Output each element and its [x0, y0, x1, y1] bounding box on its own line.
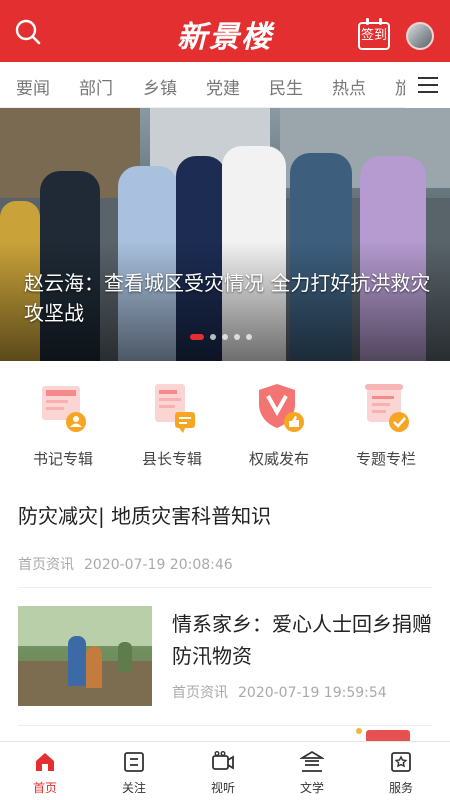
- literature-icon: [298, 750, 326, 774]
- banner-carousel[interactable]: 赵云海：查看城区受灾情况 全力打好抗洪救灾攻坚战: [0, 108, 450, 361]
- quick-entry-release[interactable]: 权威发布: [224, 380, 334, 469]
- quick-entry-county-head[interactable]: 县长专辑: [117, 380, 227, 469]
- divider: [18, 587, 432, 588]
- nav-literature[interactable]: 文学: [282, 750, 342, 796]
- quick-entry-label: 县长专辑: [141, 450, 202, 468]
- home-icon: [33, 750, 57, 774]
- nav-label: 服务: [388, 781, 413, 795]
- carousel-dot[interactable]: [210, 334, 216, 340]
- news-time: 2020-07-19 19:59:54: [238, 685, 387, 701]
- service-icon: [389, 750, 413, 774]
- quick-entry-label: 权威发布: [248, 450, 309, 468]
- nav-label: 首页: [32, 781, 57, 795]
- top-header: 新景楼 签到: [0, 0, 450, 62]
- channel-menu-icon[interactable]: [405, 62, 450, 108]
- news-thumbnail[interactable]: [18, 606, 152, 706]
- news-source: 首页资讯: [172, 685, 228, 701]
- authoritative-release-icon: [254, 380, 304, 436]
- news-source: 首页资讯: [18, 557, 74, 573]
- signin-button[interactable]: 签到: [358, 18, 390, 50]
- quick-entry-label: 书记专辑: [32, 450, 93, 468]
- news-title[interactable]: 防灾减灾| 地质灾害科普知识: [18, 500, 432, 532]
- nav-label: 视听: [210, 781, 235, 795]
- banner-title[interactable]: 赵云海：查看城区受灾情况 全力打好抗洪救灾攻坚战: [24, 268, 434, 328]
- secretary-album-icon: [38, 380, 88, 436]
- avatar[interactable]: [406, 22, 434, 50]
- tab-minsheng[interactable]: 民生: [269, 74, 303, 99]
- follow-icon: [122, 750, 146, 774]
- nav-follow[interactable]: 关注: [104, 750, 164, 796]
- tab-yaowen[interactable]: 要闻: [16, 74, 50, 99]
- news-item[interactable]: 防灾减灾| 地质灾害科普知识 首页资讯 2020-07-19 20:08:46: [18, 500, 432, 574]
- carousel-dot[interactable]: [222, 334, 228, 340]
- nav-label: 关注: [121, 781, 146, 795]
- nav-home[interactable]: 首页: [15, 750, 75, 796]
- news-time: 2020-07-19 20:08:46: [84, 557, 233, 573]
- video-icon: [211, 750, 235, 774]
- quick-entry-special[interactable]: 专题专栏: [331, 380, 441, 469]
- channel-tabs: 要闻 部门 乡镇 党建 民生 热点 旅: [0, 62, 450, 108]
- carousel-dot[interactable]: [246, 334, 252, 340]
- carousel-dot[interactable]: [190, 334, 204, 340]
- bottom-navigation: 首页 关注 视听 文学 服务: [0, 741, 450, 800]
- news-title[interactable]: 情系家乡：爱心人士回乡捐赠防汛物资: [172, 608, 432, 672]
- nav-video[interactable]: 视听: [193, 750, 253, 796]
- nav-label: 文学: [299, 781, 324, 795]
- quick-entry-secretary[interactable]: 书记专辑: [8, 380, 118, 469]
- carousel-dot[interactable]: [234, 334, 240, 340]
- nav-service[interactable]: 服务: [371, 750, 431, 796]
- news-meta: 首页资讯 2020-07-19 19:59:54: [172, 682, 387, 702]
- quick-entry-label: 专题专栏: [355, 450, 416, 468]
- special-column-icon: [361, 380, 411, 436]
- next-item-thumbnail: [356, 726, 412, 742]
- county-head-album-icon: [147, 380, 197, 436]
- tab-dangjian[interactable]: 党建: [206, 74, 240, 99]
- news-item[interactable]: 情系家乡：爱心人士回乡捐赠防汛物资 首页资讯 2020-07-19 19:59:5…: [18, 606, 432, 706]
- tab-bumen[interactable]: 部门: [79, 74, 113, 99]
- tab-redian[interactable]: 热点: [332, 74, 366, 99]
- news-meta: 首页资讯 2020-07-19 20:08:46: [18, 554, 432, 574]
- tab-xiangzhen[interactable]: 乡镇: [143, 74, 177, 99]
- quick-entries: 书记专辑 县长专辑 权威发布 专题专栏: [0, 380, 450, 480]
- app-screen: 新景楼 签到 要闻 部门 乡镇 党建 民生 热点 旅 赵云海：查看城区受灾情况 …: [0, 0, 450, 800]
- carousel-indicator: [190, 334, 252, 340]
